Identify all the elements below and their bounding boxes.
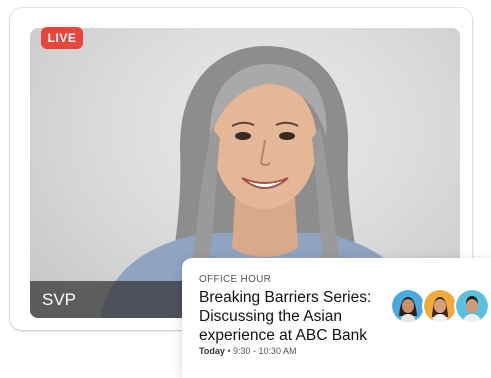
event-day: Today — [199, 346, 225, 356]
event-time: Today • 9:30 - 10:30 AM — [199, 346, 297, 356]
event-title-line: Discussing the Asian — [199, 308, 343, 325]
event-time-range: 9:30 - 10:30 AM — [233, 346, 297, 356]
event-title-line: Breaking Barriers Series: — [199, 289, 372, 306]
avatar[interactable] — [422, 288, 458, 324]
live-badge: LIVE — [41, 27, 83, 49]
event-card[interactable]: OFFICE HOUR Breaking Barriers Series: Di… — [182, 258, 491, 378]
event-title-line: experience at ABC Bank — [199, 327, 368, 344]
event-title: Breaking Barriers Series: Discussing the… — [199, 288, 389, 345]
speaker-name: SVP — [42, 289, 77, 309]
event-type-label: OFFICE HOUR — [199, 274, 272, 285]
avatar[interactable] — [390, 288, 426, 324]
attendee-avatars — [390, 288, 490, 324]
avatar[interactable] — [454, 288, 490, 324]
